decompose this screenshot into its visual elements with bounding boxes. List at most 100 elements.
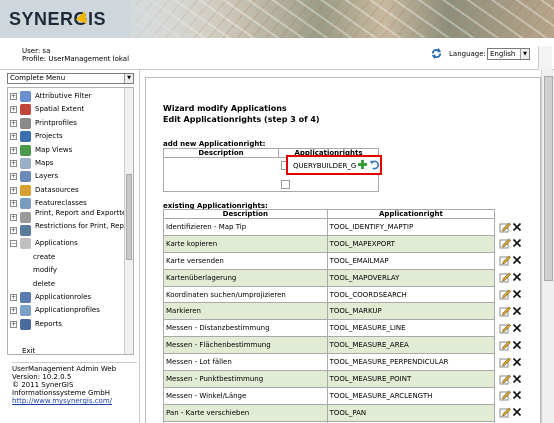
sidebar-item[interactable]: + Applicationprofiles [8,304,124,317]
row-applicationright: TOOL_MEASURE_LINE [326,319,496,338]
edit-icon[interactable] [499,389,512,401]
language-select[interactable]: English ▼ [487,48,530,60]
expand-icon[interactable]: + [10,227,17,234]
collapse-icon[interactable]: − [10,240,17,248]
sidebar-item[interactable]: + Printprofiles [8,117,124,130]
row-description: Messen - Winkel/Länge [163,386,328,405]
expand-icon[interactable]: + [10,200,17,208]
sidebar-item-label: Applicationroles [35,293,92,301]
delete-icon[interactable] [512,272,522,282]
role-icon [20,292,31,303]
sidebar-subitem[interactable]: delete [33,280,55,288]
sidebar-subitem[interactable]: modify [33,266,57,274]
sidebar-item-label: Datasources [35,185,79,194]
sidebar-item[interactable]: + Applicationroles [8,291,124,304]
edit-icon[interactable] [499,271,512,283]
expand-icon[interactable]: + [10,320,17,328]
edit-icon[interactable] [499,288,512,300]
application-icon [20,238,31,250]
sidebar-subitem[interactable]: create [33,253,55,261]
delete-icon[interactable] [512,306,522,316]
sidebar-item[interactable]: + Reports [8,318,124,331]
expand-icon[interactable]: + [10,213,17,221]
checkbox[interactable] [281,180,290,189]
menu-select[interactable]: Complete Menu ▼ [7,73,134,84]
filter-icon [20,91,31,102]
row-applicationright: TOOL_EMAILMAP [326,251,496,270]
delete-icon[interactable] [512,374,522,384]
website-link[interactable]: http://www.mysynergis.com/ [12,397,137,405]
row-description: Messen - Flächenbestimmung [163,336,328,355]
expand-icon[interactable]: + [10,173,17,181]
edit-icon[interactable] [499,356,512,368]
undo-icon[interactable] [369,159,380,170]
sidebar-item-label: Attributive Filter [35,92,92,100]
sidebar-item[interactable]: + Map Views [8,144,124,157]
expand-icon[interactable]: + [10,106,17,114]
delete-icon[interactable] [512,323,522,333]
delete-icon[interactable] [512,238,522,248]
applicationright-input[interactable]: QUERYBUILDER_G [293,162,356,170]
layers-icon [20,171,31,183]
sidebar-item-label: Map Views [35,145,73,154]
sidebar-item[interactable]: + Attributive Filter [8,90,124,103]
edit-icon[interactable] [499,221,512,233]
applicationright-header: Applicationright [326,209,496,219]
expand-icon[interactable]: + [10,307,17,315]
exit-link[interactable]: Exit [22,347,35,355]
existing-applicationrights-table: Description Applicationright Identifizie… [163,209,522,423]
expand-icon[interactable]: + [10,133,17,141]
delete-icon[interactable] [512,390,522,400]
add-description-header: Description [164,149,279,158]
plus-icon[interactable] [357,159,368,170]
row-applicationright: TOOL_MAPOVERLAY [326,268,496,287]
sidebar-item-label: Applications [35,239,78,248]
row-applicationright: TOOL_MEASURE_ARCLENGTH [326,386,496,405]
edit-icon[interactable] [499,237,512,249]
version-info: UserManagement Admin Web Version: 10.2.0… [12,362,137,405]
edit-icon[interactable] [499,339,512,351]
sidebar-item[interactable]: + Projects [8,130,124,143]
delete-icon[interactable] [512,289,522,299]
sidebar-item[interactable]: + Spatial Extent [8,103,124,116]
delete-icon[interactable] [512,222,522,232]
menu-tree-scrollbar[interactable] [124,88,133,354]
refresh-icon[interactable] [430,47,443,60]
delete-icon[interactable] [512,340,522,350]
delete-icon[interactable] [512,357,522,367]
sidebar-item[interactable]: + Restrictions for Print, Report and Expo… [8,223,133,237]
expand-icon[interactable]: + [10,186,17,194]
row-applicationright: TOOL_PAN [326,403,496,422]
edit-icon[interactable] [499,406,512,418]
expand-icon[interactable]: + [10,160,17,167]
expand-icon[interactable]: + [10,119,17,127]
row-applicationright: TOOL_MEASURE_POINT [326,370,496,388]
row-applicationright: TOOL_MARKUP [326,302,496,321]
sidebar-item[interactable]: − Applications [8,237,124,250]
expand-icon[interactable]: + [10,146,17,154]
table-row: Pan - Karte verschieben TOOL_PAN [163,403,522,422]
table-row: Messen - Distanzbestimmung TOOL_MEASURE_L… [163,319,522,338]
delete-icon[interactable] [512,255,522,265]
row-description: Messen - Punktbestimmung [163,370,328,388]
expand-icon[interactable]: + [10,93,17,100]
database-icon [20,184,31,196]
edit-icon[interactable] [499,373,512,385]
edit-icon[interactable] [499,322,512,334]
row-applicationright: TOOL_MAPEXPORT [326,234,496,253]
sidebar-item[interactable]: + Layers [8,170,124,183]
table-row: Koordinaten suchen/umprojizieren TOOL_COO… [163,285,522,304]
edit-icon[interactable] [499,305,512,317]
table-row: Markieren TOOL_MARKUP [163,302,522,321]
expand-icon[interactable]: + [10,294,17,301]
delete-icon[interactable] [512,407,522,417]
sidebar-item-label: Print, Report and Exporttemplates [35,208,133,217]
add-section-label: add new Applicationright: [163,140,266,148]
edit-icon[interactable] [499,254,512,266]
sidebar-item[interactable]: + Datasources [8,184,124,197]
row-description: Pan - Karte verschieben [163,403,328,422]
featureclass-icon [20,198,31,210]
add-applicationright-row: QUERYBUILDER_G [286,155,382,175]
main-scrollbar[interactable] [541,70,554,423]
sidebar-item[interactable]: + Maps [8,157,124,170]
